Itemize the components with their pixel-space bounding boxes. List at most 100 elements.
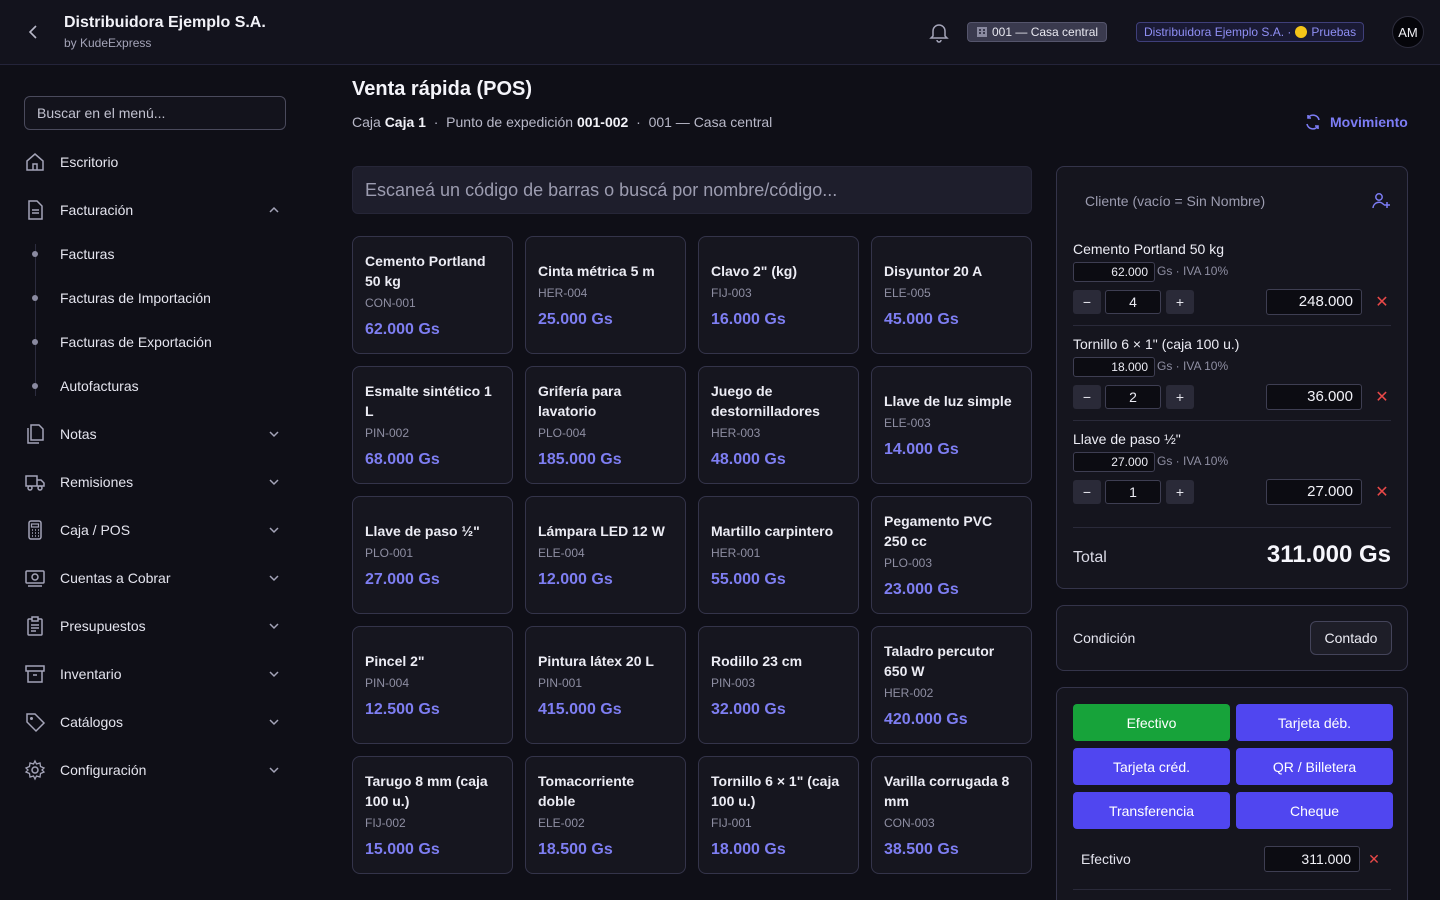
breadcrumb-separator: · <box>632 114 645 130</box>
product-code: PIN-001 <box>538 676 583 690</box>
sidebar-item-facturacion[interactable]: Facturación <box>24 196 286 224</box>
decrease-qty-button[interactable]: − <box>1073 480 1101 504</box>
payment-method-button[interactable]: Tarjeta déb. <box>1236 704 1393 741</box>
barcode-search-input[interactable]: Escaneá un código de barras o buscá por … <box>352 166 1032 214</box>
product-card[interactable]: Pintura látex 20 L PIN-001 415.000 Gs <box>525 626 686 744</box>
company-title: Distribuidora Ejemplo S.A. <box>64 14 266 31</box>
bullet-icon <box>32 339 38 345</box>
product-card[interactable]: Pincel 2" PIN-004 12.500 Gs <box>352 626 513 744</box>
sidebar-subitem-facturas-exportacion[interactable]: Facturas de Exportación <box>32 331 212 353</box>
increase-qty-button[interactable]: + <box>1166 290 1194 314</box>
sidebar-item-label: Catálogos <box>60 714 124 730</box>
chevron-down-icon <box>266 714 282 730</box>
bullet-icon <box>32 251 38 257</box>
product-price: 45.000 Gs <box>884 311 959 328</box>
product-card[interactable]: Llave de paso ½" PLO-001 27.000 Gs <box>352 496 513 614</box>
unit-price-input[interactable]: 27.000 <box>1073 452 1155 472</box>
increase-qty-button[interactable]: + <box>1166 480 1194 504</box>
payment-method-button[interactable]: Efectivo <box>1073 704 1230 741</box>
line-total-input[interactable]: 27.000 <box>1266 479 1362 505</box>
bullet-icon <box>32 383 38 389</box>
sidebar-item-notas[interactable]: Notas <box>24 420 286 448</box>
branch-selector[interactable]: 001 — Casa central <box>967 22 1108 42</box>
sidebar-item-caja-pos[interactable]: Caja / POS <box>24 516 286 544</box>
product-card[interactable]: Esmalte sintético 1 L PIN-002 68.000 Gs <box>352 366 513 484</box>
sidebar-subitem-facturas[interactable]: Facturas <box>32 243 114 265</box>
quantity-input[interactable]: 1 <box>1105 480 1161 504</box>
increase-qty-button[interactable]: + <box>1166 385 1194 409</box>
sidebar-subitem-autofacturas[interactable]: Autofacturas <box>32 375 139 397</box>
remove-item-icon[interactable]: ✕ <box>1375 294 1389 311</box>
menu-search-input[interactable]: Buscar en el menú... <box>24 96 286 130</box>
product-card[interactable]: Rodillo 23 cm PIN-003 32.000 Gs <box>698 626 859 744</box>
product-card[interactable]: Varilla corrugada 8 mm CON-003 38.500 Gs <box>871 756 1032 874</box>
movimiento-button[interactable]: Movimiento <box>1304 113 1408 131</box>
add-user-icon[interactable] <box>1371 191 1391 211</box>
sidebar-item-inventario[interactable]: Inventario <box>24 660 286 688</box>
product-card[interactable]: Cemento Portland 50 kg CON-001 62.000 Gs <box>352 236 513 354</box>
remove-payment-icon[interactable]: ✕ <box>1367 851 1381 867</box>
product-price: 12.500 Gs <box>365 701 440 718</box>
product-code: PLO-003 <box>884 556 933 570</box>
avatar[interactable]: AM <box>1392 16 1424 48</box>
chevron-down-icon <box>266 474 282 490</box>
remove-item-icon[interactable]: ✕ <box>1375 484 1389 501</box>
product-card[interactable]: Tarugo 8 mm (caja 100 u.) FIJ-002 15.000 G… <box>352 756 513 874</box>
product-card[interactable]: Lámpara LED 12 W ELE-004 12.000 Gs <box>525 496 686 614</box>
product-card[interactable]: Pegamento PVC 250 cc PLO-003 23.000 Gs <box>871 496 1032 614</box>
payment-method-button[interactable]: QR / Billetera <box>1236 748 1393 785</box>
product-price: 415.000 Gs <box>538 701 622 718</box>
line-total-input[interactable]: 248.000 <box>1266 289 1362 315</box>
building-icon <box>976 26 988 38</box>
product-name: Rodillo 23 cm <box>711 653 803 669</box>
sidebar-item-label: Configuración <box>60 762 147 778</box>
chevron-down-icon <box>266 522 282 538</box>
decrease-qty-button[interactable]: − <box>1073 290 1101 314</box>
product-code: ELE-003 <box>884 416 931 430</box>
product-card[interactable]: Juego de destornilladores HER-003 48.000 G… <box>698 366 859 484</box>
payment-method-button[interactable]: Transferencia <box>1073 792 1230 829</box>
sidebar-item-label: Remisiones <box>60 474 134 490</box>
product-code: ELE-002 <box>538 816 585 830</box>
back-icon[interactable] <box>22 20 46 44</box>
product-card[interactable]: Taladro percutor 650 W HER-002 420.000 Gs <box>871 626 1032 744</box>
sidebar-item-configuracion[interactable]: Configuración <box>24 756 286 784</box>
bell-icon[interactable] <box>928 21 950 43</box>
sidebar-item-catalogos[interactable]: Catálogos <box>24 708 286 736</box>
sidebar-item-label: Escritorio <box>60 154 119 170</box>
remove-item-icon[interactable]: ✕ <box>1375 389 1389 406</box>
product-code: ELE-005 <box>884 286 931 300</box>
unit-price-input[interactable]: 18.000 <box>1073 357 1155 377</box>
sidebar-item-presupuestos[interactable]: Presupuestos <box>24 612 286 640</box>
product-card[interactable]: Llave de luz simple ELE-003 14.000 Gs <box>871 366 1032 484</box>
sidebar-subitem-facturas-importacion[interactable]: Facturas de Importación <box>32 287 211 309</box>
client-input[interactable]: Cliente (vacío = Sin Nombre) <box>1085 193 1265 209</box>
product-price: 23.000 Gs <box>884 581 959 598</box>
quantity-input[interactable]: 2 <box>1105 385 1161 409</box>
unit-price-input[interactable]: 62.000 <box>1073 262 1155 282</box>
product-card[interactable]: Tomacorriente doble ELE-002 18.500 Gs <box>525 756 686 874</box>
sidebar-item-label: Presupuestos <box>60 618 146 634</box>
payment-amount-input[interactable]: 311.000 <box>1264 846 1360 872</box>
divider <box>1073 420 1391 421</box>
product-card[interactable]: Cinta métrica 5 m HER-004 25.000 Gs <box>525 236 686 354</box>
sidebar-item-remisiones[interactable]: Remisiones <box>24 468 286 496</box>
product-card[interactable]: Tornillo 6 × 1" (caja 100 u.) FIJ-001 18.0… <box>698 756 859 874</box>
product-card[interactable]: Martillo carpintero HER-001 55.000 Gs <box>698 496 859 614</box>
line-total-input[interactable]: 36.000 <box>1266 384 1362 410</box>
notes-icon <box>24 423 46 445</box>
payment-method-button[interactable]: Cheque <box>1236 792 1393 829</box>
sidebar-item-cuentas-cobrar[interactable]: Cuentas a Cobrar <box>24 564 286 592</box>
product-price: 12.000 Gs <box>538 571 613 588</box>
product-card[interactable]: Disyuntor 20 A ELE-005 45.000 Gs <box>871 236 1032 354</box>
condition-select[interactable]: Contado <box>1310 621 1392 655</box>
product-card[interactable]: Clavo 2" (kg) FIJ-003 16.000 Gs <box>698 236 859 354</box>
payment-method-button[interactable]: Tarjeta créd. <box>1073 748 1230 785</box>
product-card[interactable]: Grifería para lavatorio PLO-004 185.000 Gs <box>525 366 686 484</box>
cart-item-name: Tornillo 6 × 1" (caja 100 u.) <box>1073 336 1240 352</box>
quantity-input[interactable]: 4 <box>1105 290 1161 314</box>
company-environment-badge[interactable]: Distribuidora Ejemplo S.A. · Pruebas <box>1136 22 1365 42</box>
decrease-qty-button[interactable]: − <box>1073 385 1101 409</box>
sidebar-item-escritorio[interactable]: Escritorio <box>24 148 286 176</box>
product-code: HER-004 <box>538 286 588 300</box>
